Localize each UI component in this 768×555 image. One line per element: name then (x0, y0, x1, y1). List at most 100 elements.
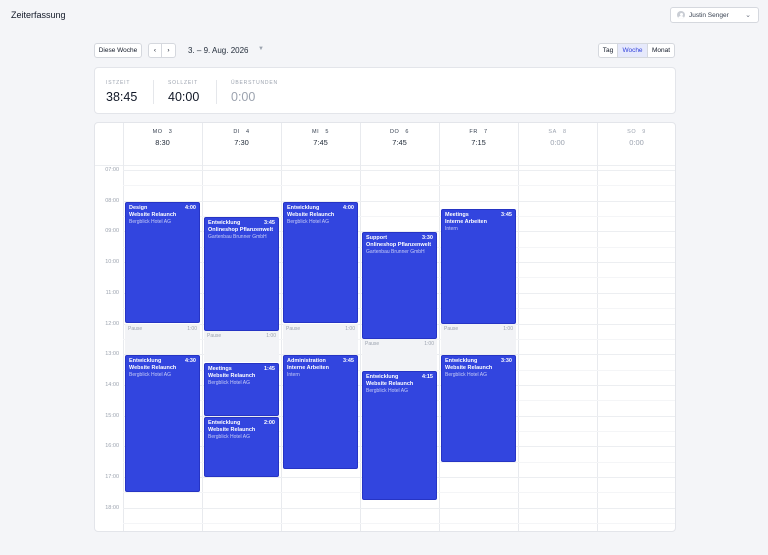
entry-header: Meetings 3:45 (445, 212, 512, 219)
chevron-down-icon: ⌄ (745, 12, 751, 19)
time-entry[interactable]: Entwicklung 4:30 Website Relaunch Bergblick… (125, 355, 200, 493)
user-name: Justin Senger (689, 11, 729, 19)
pause-block[interactable]: Pause 1:00 (283, 323, 358, 355)
time-entry[interactable]: Design 4:00 Website Relaunch Bergblick Hote… (125, 201, 200, 324)
day-name: MO 3 (123, 129, 202, 135)
column-divider (518, 123, 519, 531)
entry-duration: 3:45 (500, 212, 512, 219)
week-calendar: 07:00 08:00 09:00 10:00 11:00 12:00 13:00 14:00… (94, 122, 676, 532)
entry-client: Gartenbau Brunner GmbH (208, 234, 267, 241)
pause-label: Pause (444, 325, 459, 332)
entry-category: Entwicklung (208, 220, 241, 227)
day-number: 9 (642, 129, 646, 135)
entry-duration: 3:30 (421, 235, 433, 242)
entry-client: Intern (445, 226, 458, 233)
column-divider (439, 123, 440, 531)
app-title: Zeiterfassung (11, 10, 66, 20)
top-bar: Zeiterfassung Justin Senger ⌄ (0, 0, 768, 30)
time-label: 08:00 (105, 197, 119, 204)
entry-header: Entwicklung 2:00 (208, 420, 275, 427)
entry-header: Entwicklung 4:15 (366, 374, 433, 381)
pause-block[interactable]: Pause 1:00 (362, 338, 437, 370)
entry-duration: 4:30 (184, 358, 196, 365)
pause-duration: 1:00 (424, 340, 434, 347)
hour-line (123, 200, 675, 202)
entry-client: Bergblick Hotel AG (129, 372, 171, 379)
stat-value: 38:45 (106, 90, 138, 104)
day-name: DI 4 (202, 129, 281, 135)
entry-category: Entwicklung (366, 373, 399, 380)
time-label: 18:00 (105, 504, 119, 511)
prev-week-button[interactable]: ‹ (148, 43, 162, 58)
entry-duration: 3:45 (342, 358, 354, 365)
time-entry[interactable]: Entwicklung 2:00 Website Relaunch Bergblick… (204, 416, 279, 477)
stat-value: 0:00 (231, 90, 256, 104)
user-menu[interactable]: Justin Senger ⌄ (670, 7, 759, 23)
day-weekday: MO (152, 129, 163, 135)
day-name: SO 9 (597, 129, 675, 135)
day-total: 7:45 (392, 138, 407, 147)
entry-project: Website Relaunch (366, 380, 414, 387)
entry-project: Onlineshop Pflanzenwelt (366, 242, 432, 249)
pause-duration: 1:00 (266, 333, 276, 340)
entry-category: Entwicklung (208, 419, 241, 426)
entry-client: Bergblick Hotel AG (208, 379, 250, 386)
stat-value: 40:00 (168, 90, 200, 104)
entry-client: Gartenbau Brunner GmbH (366, 249, 425, 256)
view-tab-day[interactable]: Tag (598, 43, 618, 58)
pause-block[interactable]: Pause 1:00 (441, 323, 516, 355)
day-weekday: SO (627, 129, 637, 135)
time-entry[interactable]: Entwicklung 4:00 Website Relaunch Bergblick… (283, 201, 358, 324)
entry-project: Website Relaunch (129, 211, 177, 218)
day-header[interactable]: FR 7 7:15 (439, 129, 518, 147)
view-tab-month[interactable]: Monat (647, 43, 675, 58)
day-header[interactable]: DI 4 7:30 (202, 129, 281, 147)
entry-project: Website Relaunch (129, 365, 177, 372)
divider (216, 80, 217, 104)
day-header[interactable]: DO 6 7:45 (360, 129, 439, 147)
column-divider (123, 123, 124, 531)
pause-block[interactable]: Pause 1:00 (125, 323, 200, 355)
time-entry[interactable]: Entwicklung 4:15 Website Relaunch Bergblick… (362, 370, 437, 501)
this-week-button[interactable]: Diese Woche (94, 43, 142, 58)
view-tab-week[interactable]: Woche (617, 43, 648, 58)
time-entry[interactable]: Support 3:30 Onlineshop Pflanzenwelt Garten… (362, 232, 437, 339)
pause-duration: 1:00 (345, 325, 355, 332)
entry-header: Support 3:30 (366, 235, 433, 242)
day-header[interactable]: SA 8 0:00 (518, 129, 597, 147)
time-entry[interactable]: Meetings 3:45 Interne Arbeiten Intern (441, 209, 516, 324)
half-hour-line (123, 523, 675, 525)
time-entry[interactable]: Meetings 1:45 Website Relaunch Bergblick Ho… (204, 362, 279, 416)
entry-category: Administration (287, 358, 326, 365)
entry-project: Website Relaunch (445, 365, 493, 372)
time-label: 15:00 (105, 412, 119, 419)
pause-block[interactable]: Pause 1:00 (204, 331, 279, 362)
day-header[interactable]: MO 3 8:30 (123, 129, 202, 147)
column-divider (360, 123, 361, 531)
entry-project: Interne Arbeiten (287, 365, 329, 372)
day-header[interactable]: SO 9 0:00 (597, 129, 675, 147)
half-hour-line (123, 185, 675, 187)
column-divider (597, 123, 598, 531)
chevron-down-icon[interactable]: ▼ (258, 46, 264, 52)
day-weekday: DO (389, 129, 400, 135)
entry-duration: 2:00 (263, 419, 275, 426)
day-number: 4 (246, 129, 250, 135)
entry-category: Support (366, 235, 388, 242)
time-entry[interactable]: Administration 3:45 Interne Arbeiten Intern (283, 355, 358, 470)
time-entry[interactable]: Entwicklung 3:45 Onlineshop Pflanzenwelt Ga… (204, 217, 279, 332)
entry-duration: 4:00 (342, 204, 354, 211)
entry-client: Bergblick Hotel AG (445, 372, 487, 379)
day-number: 3 (168, 129, 173, 135)
time-label: 14:00 (105, 381, 119, 388)
date-range-label[interactable]: 3. – 9. Aug. 2026 (188, 46, 249, 55)
entry-category: Meetings (208, 365, 232, 372)
entry-header: Entwicklung 3:30 (445, 358, 512, 365)
column-divider (281, 123, 282, 531)
entry-header: Entwicklung 3:45 (208, 220, 275, 227)
next-week-button[interactable]: › (162, 43, 176, 58)
entry-duration: 4:00 (184, 204, 196, 211)
day-header[interactable]: MI 5 7:45 (281, 129, 360, 147)
time-entry[interactable]: Entwicklung 3:30 Website Relaunch Bergblick… (441, 355, 516, 462)
pause-label: Pause (128, 325, 143, 332)
